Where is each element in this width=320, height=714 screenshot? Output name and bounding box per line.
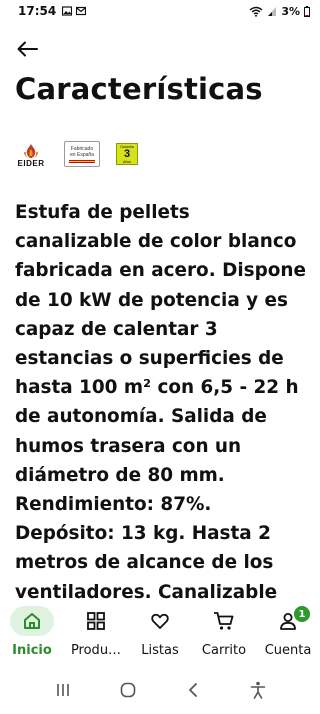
- battery-percent: 3%: [281, 4, 300, 18]
- status-bar: 17:54 3%: [0, 0, 320, 22]
- fabricado-espana-badge: Fabricado en España: [64, 141, 100, 167]
- page-title: Características: [15, 72, 263, 106]
- description-line: de autonomía. Salida de: [15, 406, 267, 428]
- recent-apps-icon: [56, 684, 69, 696]
- heart-icon: [151, 613, 169, 629]
- nav-icon-container: [138, 606, 182, 636]
- nav-label: Cuenta: [264, 643, 312, 658]
- description-line: diámetro de 80 mm.: [15, 464, 225, 486]
- eider-wordmark: EIDER: [17, 159, 45, 168]
- nav-item-cuenta[interactable]: 1 Cuenta: [256, 606, 320, 658]
- description-line: Rendimiento: 87%.: [15, 494, 212, 516]
- description-line: fabricada en acero. Dispone: [15, 260, 306, 282]
- garantia-unit: Años: [123, 159, 131, 164]
- nav-label: Carrito: [201, 643, 247, 658]
- description-line: Depósito: 13 kg. Hasta 2: [15, 523, 271, 545]
- description-line: capaz de calentar 3: [15, 318, 218, 340]
- arrow-left-icon: [17, 41, 38, 57]
- status-time: 17:54: [18, 4, 57, 18]
- nav-item-productos[interactable]: Produ…: [64, 606, 128, 658]
- nav-label: Listas: [141, 643, 179, 658]
- description-line: de 10 kW de potencia y es: [15, 289, 288, 311]
- back-system-button[interactable]: [181, 678, 205, 702]
- accessibility-button[interactable]: [246, 678, 270, 702]
- nav-item-inicio[interactable]: Inicio: [0, 606, 64, 658]
- description-line: metros de alcance de los: [15, 552, 274, 574]
- signal-icon: [268, 6, 277, 16]
- nav-label: Produ…: [70, 643, 122, 658]
- recent-apps-button[interactable]: [51, 678, 75, 702]
- nav-item-listas[interactable]: Listas: [128, 606, 192, 658]
- accessibility-icon: [250, 681, 265, 699]
- garantia-years: 3: [123, 147, 131, 160]
- image-icon: [62, 6, 73, 16]
- account-notification-badge: 1: [294, 606, 310, 622]
- description-line: humos trasera con un: [15, 435, 242, 457]
- home-system-button[interactable]: [116, 678, 140, 702]
- home-icon: [24, 613, 40, 629]
- cart-icon: [214, 612, 234, 630]
- grid-icon: [87, 612, 105, 630]
- description-line: Estufa de pellets: [15, 202, 190, 223]
- back-button[interactable]: [14, 36, 40, 62]
- wifi-icon: [249, 6, 263, 17]
- home-circle-icon: [120, 682, 135, 698]
- bottom-navigation: Inicio Produ… Listas Carrito 1 Cuenta: [0, 600, 320, 666]
- system-navigation-bar: [0, 666, 320, 714]
- eider-logo: EIDER: [14, 140, 48, 168]
- brand-logos: EIDER Fabricado en España Garantía 3 Año…: [14, 140, 138, 168]
- gmail-icon: [76, 6, 87, 16]
- chevron-left-icon: [188, 683, 197, 697]
- nav-label: Inicio: [12, 643, 52, 658]
- garantia-badge: Garantía 3 Años: [116, 143, 138, 165]
- description-line: hasta 100 m² con 6,5 - 22 h: [15, 377, 299, 399]
- nav-icon-container: [202, 606, 246, 636]
- spain-flag-icon: [69, 159, 95, 163]
- nav-item-carrito[interactable]: Carrito: [192, 606, 256, 658]
- flame-icon: [24, 144, 38, 158]
- nav-active-pill: [10, 606, 54, 636]
- battery-icon: [304, 5, 310, 17]
- product-description: Estufa de pellets canalizable de color b…: [15, 198, 315, 607]
- nav-icon-container: [74, 606, 118, 636]
- fabricado-line2: en España: [70, 151, 94, 158]
- description-line: estancias o superficies de: [15, 348, 284, 370]
- description-line: canalizable de color blanco: [15, 231, 297, 253]
